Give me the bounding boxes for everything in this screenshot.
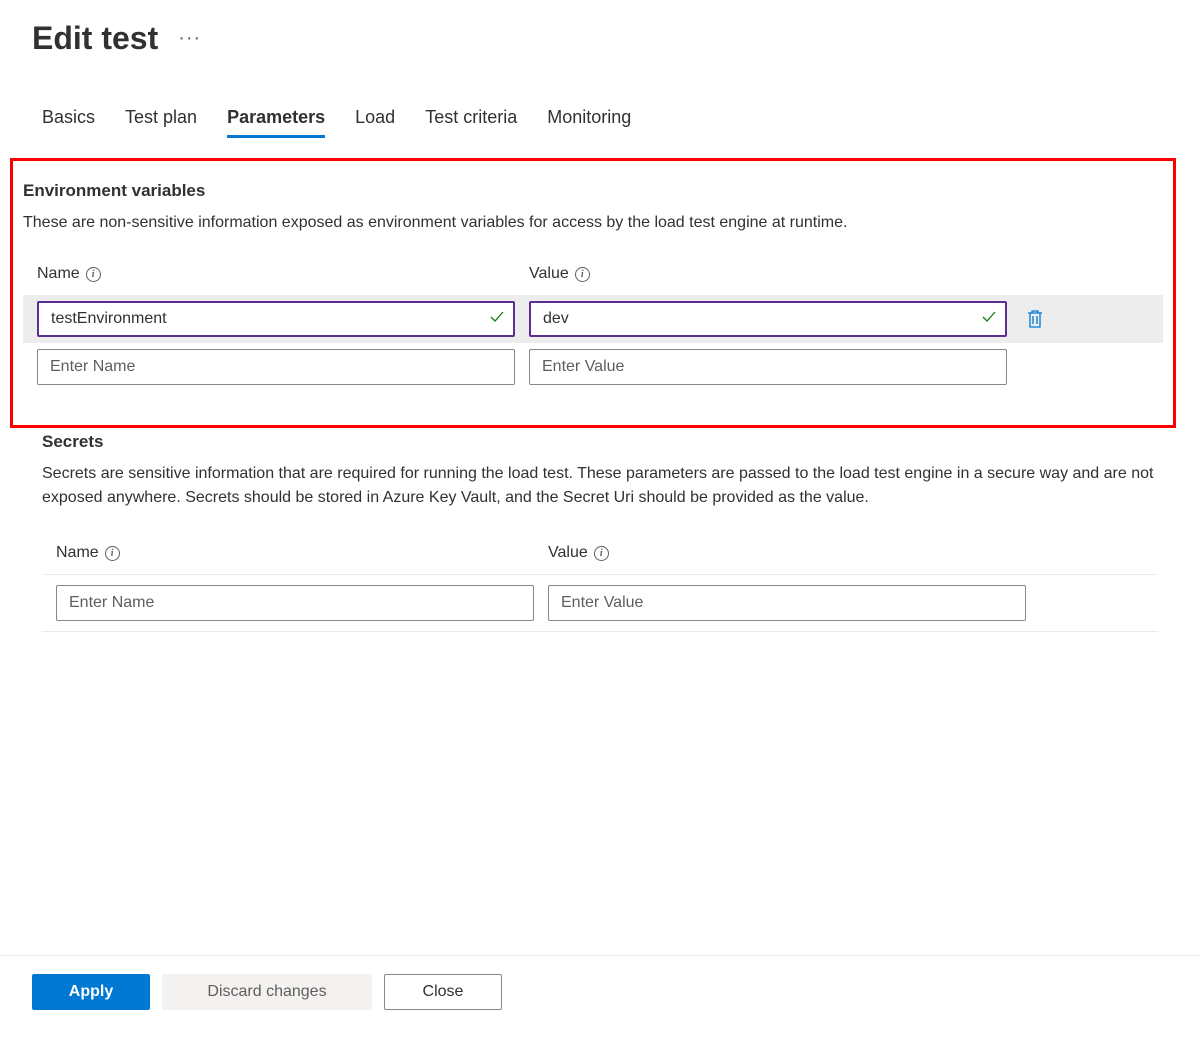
more-actions-icon[interactable]: ···	[178, 27, 201, 50]
highlight-environment-variables: Environment variables These are non-sens…	[10, 158, 1176, 428]
tab-test-criteria[interactable]: Test criteria	[425, 107, 517, 138]
tab-monitoring[interactable]: Monitoring	[547, 107, 631, 138]
env-value-column-header: Value i	[529, 265, 1149, 283]
tab-basics[interactable]: Basics	[42, 107, 95, 138]
info-icon[interactable]: i	[575, 267, 590, 282]
info-icon[interactable]: i	[86, 267, 101, 282]
delete-row-button[interactable]	[1021, 305, 1049, 333]
tab-bar: Basics Test plan Parameters Load Test cr…	[32, 107, 1168, 138]
env-vars-description: These are non-sensitive information expo…	[23, 211, 1163, 235]
info-icon[interactable]: i	[105, 546, 120, 561]
footer-actions: Apply Discard changes Close	[0, 955, 1200, 1010]
trash-icon	[1026, 309, 1044, 329]
close-button[interactable]: Close	[384, 974, 502, 1010]
secrets-name-header-text: Name	[56, 544, 99, 562]
secret-value-input[interactable]	[548, 585, 1026, 621]
env-name-header-text: Name	[37, 265, 80, 283]
env-name-input-empty[interactable]	[37, 349, 515, 385]
env-value-header-text: Value	[529, 265, 569, 283]
page-title: Edit test	[32, 20, 158, 57]
env-name-input[interactable]	[37, 301, 515, 337]
discard-changes-button[interactable]: Discard changes	[162, 974, 372, 1010]
info-icon[interactable]: i	[594, 546, 609, 561]
secrets-heading: Secrets	[42, 432, 1158, 452]
secrets-description: Secrets are sensitive information that a…	[42, 462, 1158, 510]
tab-test-plan[interactable]: Test plan	[125, 107, 197, 138]
env-vars-heading: Environment variables	[23, 181, 1163, 201]
secrets-value-header-text: Value	[548, 544, 588, 562]
apply-button[interactable]: Apply	[32, 974, 150, 1010]
secrets-value-column-header: Value i	[548, 544, 1144, 562]
secrets-name-column-header: Name i	[56, 544, 534, 562]
env-value-input[interactable]	[529, 301, 1007, 337]
secret-name-input[interactable]	[56, 585, 534, 621]
tab-parameters[interactable]: Parameters	[227, 107, 325, 138]
secret-empty-row	[42, 575, 1158, 632]
env-var-row	[23, 295, 1163, 343]
env-var-empty-row	[23, 343, 1163, 391]
tab-load[interactable]: Load	[355, 107, 395, 138]
env-value-input-empty[interactable]	[529, 349, 1007, 385]
env-name-column-header: Name i	[37, 265, 515, 283]
